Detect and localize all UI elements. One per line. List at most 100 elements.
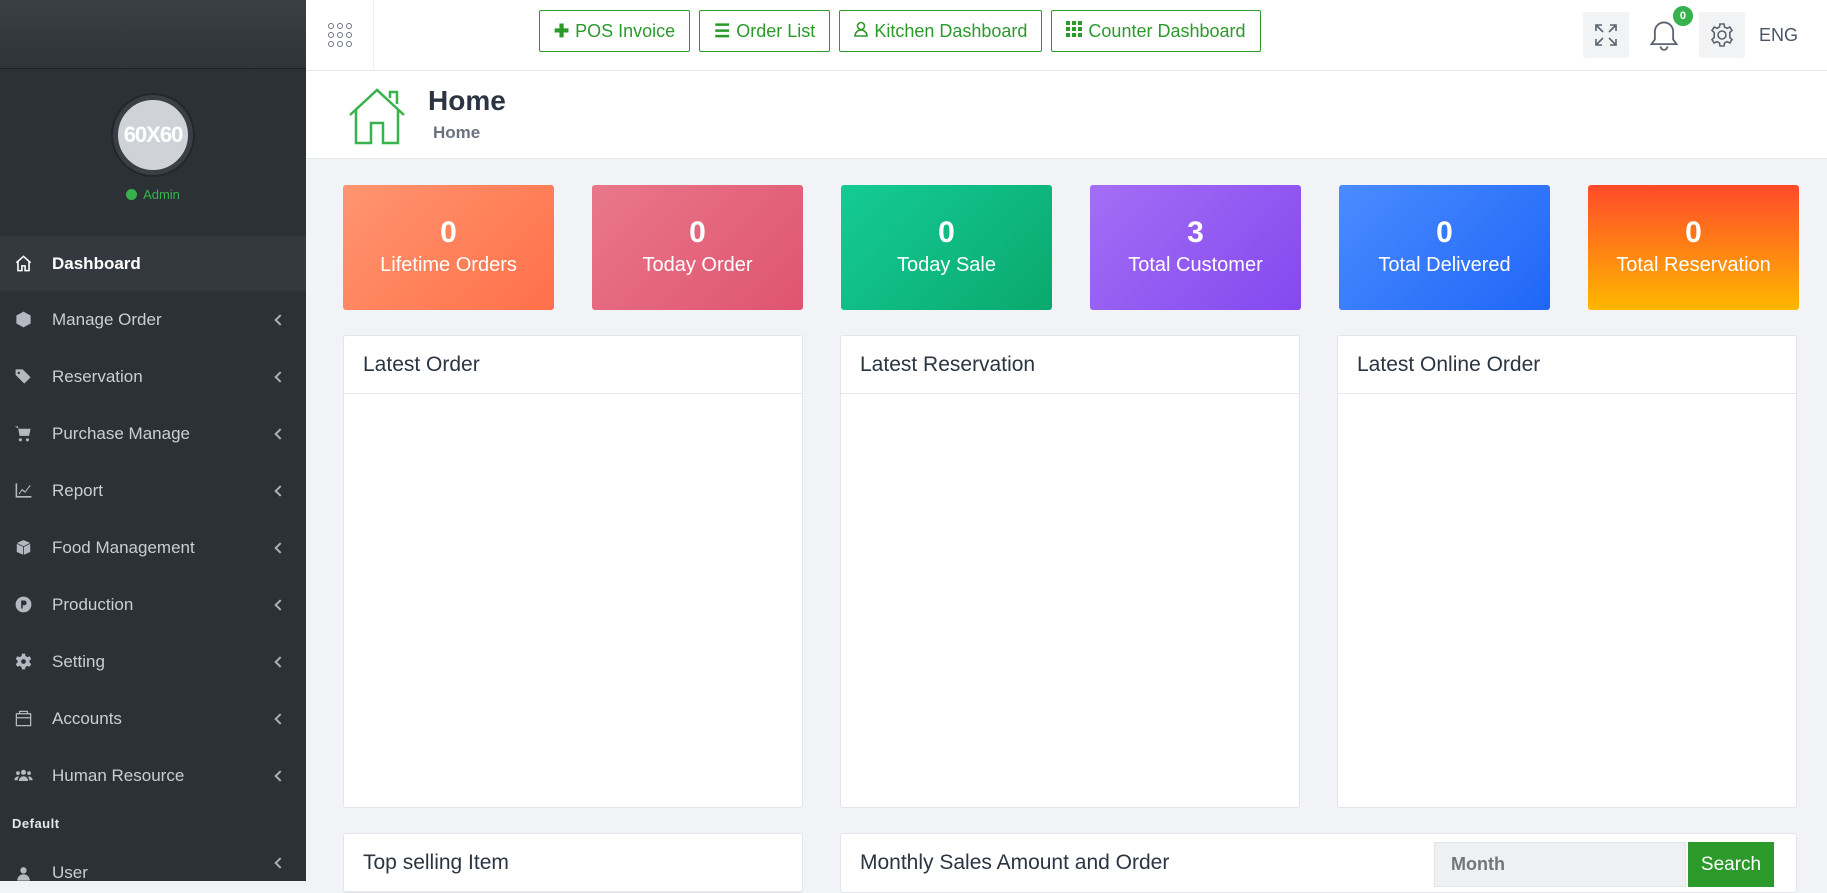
top-selling-panel: Top selling Item <box>343 833 803 893</box>
notification-count-badge: 0 <box>1670 4 1695 28</box>
stat-card-total-customer[interactable]: 3 Total Customer <box>1090 185 1301 310</box>
plus-icon: ✚ <box>554 20 570 41</box>
tags-icon <box>12 367 34 387</box>
fullscreen-button[interactable] <box>1582 12 1629 58</box>
sidebar-item-setting[interactable]: Setting <box>0 633 306 690</box>
sidebar-item-purchase-manage[interactable]: Purchase Manage <box>0 405 306 462</box>
panel-title: Latest Order <box>344 336 802 394</box>
gear-icon <box>1710 23 1734 47</box>
home-icon <box>12 254 34 274</box>
quick-actions: ✚ POS Invoice ☰ Order List Kitchen Dashb… <box>539 10 1261 52</box>
online-status-icon <box>126 189 138 200</box>
latest-online-order-panel: Latest Online Order <box>1337 335 1797 808</box>
chevron-left-icon <box>274 370 286 383</box>
panel-title: Latest Online Order <box>1338 336 1796 394</box>
order-list-label: Order List <box>736 20 816 41</box>
counter-dashboard-button[interactable]: Counter Dashboard <box>1051 10 1261 52</box>
stat-value: 0 <box>1685 216 1702 249</box>
sidebar-section-default: Default <box>12 816 60 831</box>
sidebar: 60X60 Admin Dashboard Manage Order Reser… <box>0 0 306 881</box>
sidebar-item-label: Accounts <box>52 708 122 728</box>
latest-order-panel: Latest Order <box>343 335 803 808</box>
grid-icon <box>1066 20 1083 42</box>
chart-line-icon <box>12 481 34 501</box>
stat-value: 0 <box>938 216 955 249</box>
chevron-left-icon <box>274 541 286 554</box>
sidebar-item-label: Setting <box>52 651 105 671</box>
user-icon <box>854 21 869 42</box>
sidebar-item-label: Reservation <box>52 366 143 386</box>
expand-icon <box>1595 24 1617 46</box>
top-navbar: ✚ POS Invoice ☰ Order List Kitchen Dashb… <box>306 0 1827 71</box>
stat-label: Today Sale <box>897 254 996 276</box>
avatar[interactable]: 60X60 <box>113 95 193 175</box>
cube-icon <box>12 310 34 330</box>
sidebar-item-human-resource[interactable]: Human Resource <box>0 747 306 804</box>
sidebar-item-report[interactable]: Report <box>0 462 306 519</box>
settings-button[interactable] <box>1698 12 1745 58</box>
panel-title: Top selling Item <box>344 834 802 892</box>
counter-dashboard-label: Counter Dashboard <box>1088 20 1246 41</box>
home-icon <box>346 85 408 147</box>
stat-card-total-delivered[interactable]: 0 Total Delivered <box>1339 185 1550 310</box>
user-role-label: Admin <box>143 187 180 202</box>
sidebar-item-dashboard[interactable]: Dashboard <box>0 236 306 291</box>
language-selector[interactable]: ENG <box>1759 25 1798 46</box>
stat-value: 3 <box>1187 216 1204 249</box>
sidebar-menu: Dashboard Manage Order Reservation Purch… <box>0 236 306 804</box>
breadcrumb[interactable]: Home <box>433 123 480 143</box>
notifications-button[interactable]: 0 <box>1641 4 1695 58</box>
users-icon <box>12 766 34 786</box>
p-circle-icon <box>12 595 34 615</box>
kitchen-dashboard-button[interactable]: Kitchen Dashboard <box>839 10 1043 52</box>
stat-label: Total Delivered <box>1378 254 1511 276</box>
chevron-left-icon <box>274 484 286 497</box>
panel-title: Latest Reservation <box>841 336 1299 394</box>
sidebar-item-label: User <box>52 863 88 881</box>
sidebar-item-accounts[interactable]: Accounts <box>0 690 306 747</box>
stat-card-total-reservation[interactable]: 0 Total Reservation <box>1588 185 1799 310</box>
chevron-left-icon <box>274 857 286 869</box>
sidebar-item-label: Purchase Manage <box>52 423 190 443</box>
sidebar-item-manage-order[interactable]: Manage Order <box>0 291 306 348</box>
stat-card-today-order[interactable]: 0 Today Order <box>592 185 803 310</box>
month-input[interactable] <box>1434 842 1686 887</box>
pos-invoice-button[interactable]: ✚ POS Invoice <box>539 10 691 52</box>
monthly-sales-panel: Monthly Sales Amount and Order Search <box>840 833 1797 893</box>
list-icon: ☰ <box>714 20 731 41</box>
sidebar-brand-bar <box>0 0 306 69</box>
chevron-left-icon <box>274 712 286 725</box>
stat-cards: 0 Lifetime Orders 0 Today Order 0 Today … <box>343 185 1799 310</box>
chevron-left-icon <box>274 427 286 440</box>
user-profile: 60X60 Admin <box>0 69 306 236</box>
user-role: Admin <box>126 187 180 202</box>
user-icon <box>12 863 34 881</box>
bank-icon <box>12 709 34 729</box>
sidebar-item-food-management[interactable]: Food Management <box>0 519 306 576</box>
sidebar-item-label: Manage Order <box>52 309 162 329</box>
apps-grid-icon <box>327 23 352 47</box>
stat-label: Lifetime Orders <box>380 254 517 276</box>
sidebar-item-production[interactable]: Production <box>0 576 306 633</box>
order-list-button[interactable]: ☰ Order List <box>699 10 831 52</box>
box-icon <box>12 538 34 558</box>
stat-value: 0 <box>689 216 706 249</box>
chevron-left-icon <box>274 655 286 668</box>
gear-icon <box>12 652 34 672</box>
search-button[interactable]: Search <box>1688 842 1774 887</box>
topbar-tools: 0 ENG <box>1582 0 1827 70</box>
sidebar-item-label: Report <box>52 480 104 500</box>
sidebar-item-label: Food Management <box>52 537 195 557</box>
page-header: Home Home <box>306 71 1827 159</box>
app-grid-toggle[interactable] <box>306 0 374 70</box>
chevron-left-icon <box>274 598 286 611</box>
stat-label: Today Order <box>642 254 753 276</box>
sidebar-item-reservation[interactable]: Reservation <box>0 348 306 405</box>
pos-invoice-label: POS Invoice <box>575 20 676 41</box>
sidebar-item-user[interactable]: User <box>0 843 306 881</box>
stat-card-lifetime-orders[interactable]: 0 Lifetime Orders <box>343 185 554 310</box>
stat-card-today-sale[interactable]: 0 Today Sale <box>841 185 1052 310</box>
stat-value: 0 <box>440 216 457 249</box>
stat-label: Total Customer <box>1128 254 1263 276</box>
chevron-left-icon <box>274 313 286 326</box>
